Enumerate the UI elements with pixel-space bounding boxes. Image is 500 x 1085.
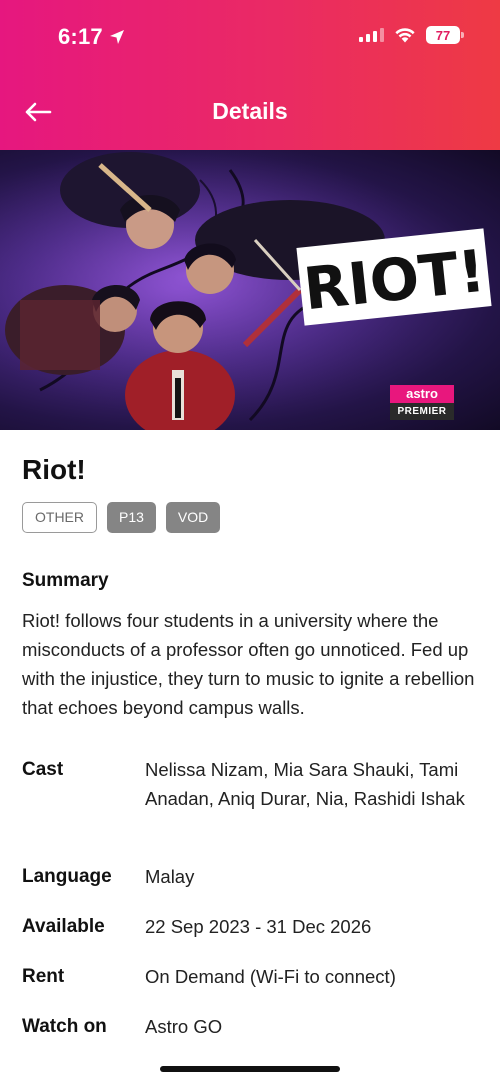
status-time: 6:17 <box>58 24 125 50</box>
detail-label: Available <box>22 916 105 937</box>
cellular-signal-icon <box>359 28 384 42</box>
tag-rating: P13 <box>107 502 156 533</box>
detail-value: On Demand (Wi-Fi to connect) <box>145 966 396 987</box>
detail-row-available: Available 22 Sep 2023 - 31 Dec 2026 <box>22 912 482 941</box>
astro-premier-badge: astro PREMIER <box>390 385 454 420</box>
status-bar: 6:17 77 <box>0 0 500 74</box>
summary-heading: Summary <box>22 570 109 591</box>
tag-genre: OTHER <box>22 502 97 533</box>
tag-list: OTHER P13 VOD <box>22 502 221 533</box>
show-title: Riot! <box>22 454 86 485</box>
detail-value: Nelissa Nizam, Mia Sara Shauki, Tami Ana… <box>145 759 465 809</box>
detail-value: 22 Sep 2023 - 31 Dec 2026 <box>145 916 372 937</box>
detail-value: Astro GO <box>145 1016 223 1037</box>
battery-level: 77 <box>435 27 451 43</box>
detail-label: Cast <box>22 759 64 780</box>
detail-label: Language <box>22 866 112 887</box>
detail-row-rent: Rent On Demand (Wi-Fi to connect) <box>22 962 482 991</box>
battery-icon: 77 <box>426 26 464 44</box>
astro-logo: astro <box>390 385 454 403</box>
status-indicators: 77 <box>359 26 464 44</box>
summary-text: Riot! follows four students in a univers… <box>22 610 475 718</box>
detail-label: Watch on <box>22 1016 107 1037</box>
detail-label: Rent <box>22 966 65 987</box>
detail-row-cast: Cast Nelissa Nizam, Mia Sara Shauki, Tam… <box>22 755 482 813</box>
tag-format: VOD <box>165 502 221 533</box>
premier-label: PREMIER <box>390 403 454 420</box>
status-time-text: 6:17 <box>58 24 103 49</box>
home-indicator[interactable] <box>160 1066 340 1072</box>
wifi-icon <box>395 28 415 43</box>
app-header: 6:17 77 Details <box>0 0 500 150</box>
location-arrow-icon <box>109 30 124 44</box>
detail-row-language: Language Malay <box>22 862 482 891</box>
detail-value: Malay <box>145 866 195 887</box>
poster-image: RIOT! astro PREMIER <box>0 150 500 430</box>
detail-row-watch-on: Watch on Astro GO <box>22 1012 482 1041</box>
nav-bar: Details <box>0 86 500 138</box>
page-title: Details <box>212 98 288 124</box>
